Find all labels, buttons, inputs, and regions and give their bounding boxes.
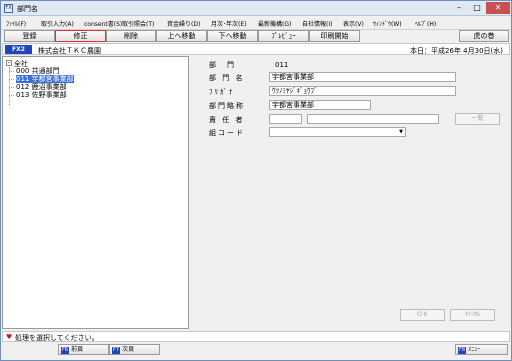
tiger-scroll-button[interactable]: 虎の巻	[459, 30, 509, 42]
tree-item[interactable]: 012 鹿沼事業部	[16, 83, 67, 91]
modify-button[interactable]: 修正	[55, 30, 106, 42]
tree-connector	[9, 71, 14, 72]
tree-connector	[9, 87, 14, 88]
menu-file[interactable]: ﾌｧｲﾙ(F)	[6, 19, 26, 28]
kana-label: ﾌﾘｶﾞﾅ	[209, 88, 235, 96]
status-bar: ♥ 処理を選択してください。	[2, 331, 510, 342]
delete-button[interactable]: 削除	[106, 30, 156, 42]
tree-item-name: 鹿沼事業部	[31, 83, 67, 91]
maximize-icon[interactable]: □	[469, 2, 485, 14]
dept-code-value: 011	[275, 61, 289, 69]
move-down-button[interactable]: 下へ移動	[207, 30, 258, 42]
dept-code-label: 部 門	[209, 61, 236, 69]
menu-button[interactable]: F8 ﾒﾆｭｰ	[455, 344, 508, 355]
group-code-label: 組コード	[209, 129, 245, 137]
menu-bar: ﾌｧｲﾙ(F) 取引入力(A) consent書(S) 取引照会(T) 資金繰り…	[1, 16, 511, 30]
function-key-bar: F6 前頁 F7 次頁 F8 ﾒﾆｭｰ	[2, 344, 510, 356]
app-icon: FX	[4, 4, 13, 13]
department-form: 部 門 011 部 門 名 宇都宮事業部 ﾌﾘｶﾞﾅ ｳﾂﾉﾐﾔｼﾞｷﾞｮｳﾌﾞ…	[191, 56, 510, 329]
move-up-button[interactable]: 上へ移動	[156, 30, 207, 42]
menu-vouchers[interactable]: consent書(S)	[84, 19, 122, 28]
list-button[interactable]: 一覧	[455, 113, 500, 125]
menu-view[interactable]: 表示(V)	[343, 19, 364, 28]
tree-item-name: 佐野事業部	[31, 91, 67, 99]
tree-expander-icon[interactable]: -	[6, 60, 12, 66]
tree-connector	[9, 79, 14, 80]
menu-cash-flow[interactable]: 資金繰り(D)	[167, 19, 200, 28]
menu-transaction-inquiry[interactable]: 取引照会(T)	[122, 19, 154, 28]
tree-item-code: 013	[16, 91, 30, 99]
info-bar: FX2 株式会社ＴＫＣ農園 本日：平成26年 4月30日(水)	[2, 43, 510, 55]
department-tree[interactable]: - 全社 000 共通部門 011 宇都宮事業部 012 鹿沼事業部 013 佐…	[2, 56, 189, 329]
cancel-button[interactable]: ｷｬﾝｾﾙ	[450, 309, 495, 321]
menu-monthly-yearly[interactable]: 月次･年次(E)	[211, 19, 246, 28]
ok-button[interactable]: ＯＫ	[400, 309, 445, 321]
abbr-field[interactable]: 宇都宮事業部	[269, 100, 371, 110]
menu-latest-mechanism[interactable]: 最新機構(G)	[258, 19, 291, 28]
group-code-select[interactable]: ▼	[269, 127, 406, 137]
close-icon[interactable]: ✕	[486, 2, 510, 14]
preview-button[interactable]: ﾌﾟﾚﾋﾞｭｰ	[258, 30, 309, 42]
menu-help[interactable]: ﾍﾙﾌﾟ(H)	[415, 19, 436, 28]
next-page-button[interactable]: F7 次頁	[109, 344, 160, 355]
menu-window[interactable]: ｳｨﾝﾄﾞｳ(W)	[373, 19, 402, 28]
dept-name-field[interactable]: 宇都宮事業部	[269, 72, 456, 82]
heart-icon: ♥	[6, 333, 13, 341]
tree-item[interactable]: 013 佐野事業部	[16, 91, 67, 99]
tree-connector	[9, 67, 10, 105]
fkey-label: 次頁	[122, 346, 135, 353]
tree-connector	[9, 95, 14, 96]
manager-name-field[interactable]	[307, 114, 439, 124]
main-window: FX 部門名 – □ ✕ ﾌｧｲﾙ(F) 取引入力(A) consent書(S)…	[0, 0, 512, 361]
fkey-label: ﾒﾆｭｰ	[468, 346, 481, 353]
fkey-code: F8	[458, 347, 467, 354]
dept-name-label: 部 門 名	[209, 74, 245, 82]
fkey-code: F6	[61, 347, 70, 354]
minimize-icon[interactable]: –	[450, 2, 468, 14]
company-name: 株式会社ＴＫＣ農園	[38, 47, 101, 55]
tree-item-code: 000	[16, 67, 30, 75]
tree-item-selected[interactable]: 011 宇都宮事業部	[15, 74, 75, 84]
status-message: 処理を選択してください。	[15, 334, 99, 342]
window-title: 部門名	[17, 5, 38, 13]
manager-label: 責 任 者	[209, 116, 245, 124]
prev-page-button[interactable]: F6 前頁	[58, 344, 109, 355]
print-button[interactable]: 印刷開始	[309, 30, 360, 42]
manager-code-field[interactable]	[269, 114, 302, 124]
toolbar: 登録 修正 削除 上へ移動 下へ移動 ﾌﾟﾚﾋﾞｭｰ 印刷開始 虎の巻	[1, 30, 511, 43]
menu-company-info[interactable]: 自社情報(I)	[302, 19, 332, 28]
tree-item-code: 012	[16, 83, 30, 91]
fkey-code: F7	[112, 347, 121, 354]
tree-item[interactable]: 000 共通部門	[16, 67, 60, 75]
fx2-badge: FX2	[5, 45, 32, 54]
title-bar: FX 部門名 – □ ✕	[1, 1, 511, 16]
abbr-label: 部門略称	[209, 102, 245, 110]
chevron-down-icon[interactable]: ▼	[399, 128, 403, 136]
fkey-label: 前頁	[71, 346, 84, 353]
kana-field[interactable]: ｳﾂﾉﾐﾔｼﾞｷﾞｮｳﾌﾞ	[269, 86, 456, 96]
tree-item-code: 011	[16, 75, 30, 83]
today-date: 本日：平成26年 4月30日(水)	[410, 47, 503, 55]
menu-transaction-input[interactable]: 取引入力(A)	[41, 19, 74, 28]
tree-item-name: 宇都宮事業部	[31, 75, 74, 83]
register-button[interactable]: 登録	[4, 30, 55, 42]
tree-item-name: 共通部門	[31, 67, 60, 75]
